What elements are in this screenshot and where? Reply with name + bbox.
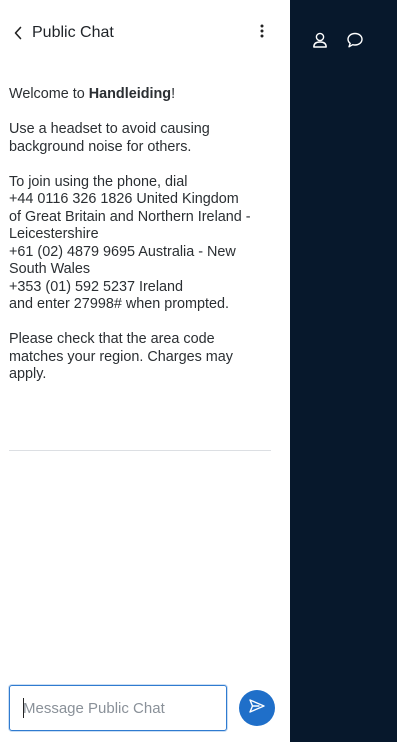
- dial-number-ie: +353 (01) 592 5237 Ireland: [9, 278, 184, 295]
- public-chat-panel: Public Chat Welcome to Handleiding! Use …: [0, 0, 290, 742]
- dial-number-uk: of Great Britain and Northern Ireland -: [9, 208, 251, 225]
- welcome-prefix: Welcome to: [9, 86, 89, 102]
- send-icon: [248, 698, 266, 719]
- message-input[interactable]: [23, 688, 218, 728]
- send-button[interactable]: [239, 690, 275, 726]
- welcome-room-name: Handleiding: [88, 86, 172, 102]
- headset-tip: Use a headset to avoid causing backgroun…: [9, 121, 271, 156]
- dial-in-info: To join using the phone, dial +44 0116 3…: [9, 174, 271, 314]
- text-caret: [23, 698, 24, 718]
- dial-intro: To join using the phone, dial: [9, 173, 188, 190]
- back-button[interactable]: Public Chat: [10, 22, 114, 44]
- message-list: Welcome to Handleiding! Use a headset to…: [9, 86, 271, 401]
- user-list-toggle[interactable]: [308, 30, 332, 54]
- dial-number-uk: +44 0116 326 1826 United Kingdom: [9, 191, 239, 207]
- headset-tip-line: Use a headset to avoid causing: [9, 121, 210, 137]
- charges-notice: Please check that the area code matches …: [9, 331, 271, 384]
- chevron-left-icon: [10, 22, 26, 44]
- dial-pin-instruction: and enter 27998# when prompted.: [9, 296, 230, 312]
- more-vertical-icon: [260, 24, 264, 43]
- media-panel: [290, 0, 397, 742]
- chat-header: Public Chat: [0, 0, 290, 66]
- chat-title: Public Chat: [32, 24, 114, 41]
- dial-number-au: South Wales: [9, 261, 91, 277]
- chat-options-button[interactable]: [252, 22, 272, 44]
- message-divider: [9, 450, 271, 451]
- chat-bubble-icon: [346, 31, 364, 54]
- welcome-message: Welcome to Handleiding!: [9, 86, 271, 104]
- user-icon: [311, 31, 329, 54]
- charges-line: apply.: [9, 366, 47, 382]
- dial-number-uk: Leicestershire: [9, 226, 99, 242]
- charges-line: matches your region. Charges may: [9, 348, 233, 365]
- dial-number-au: +61 (02) 4879 9695 Australia - New: [9, 243, 236, 260]
- message-composer: [9, 685, 227, 731]
- app-root: Public Chat Welcome to Handleiding! Use …: [0, 0, 397, 742]
- panel-toggle-icons: [308, 30, 367, 54]
- welcome-suffix: !: [171, 86, 176, 102]
- charges-line: Please check that the area code: [9, 331, 215, 347]
- chat-toggle[interactable]: [343, 30, 367, 54]
- headset-tip-line: background noise for others.: [9, 138, 192, 155]
